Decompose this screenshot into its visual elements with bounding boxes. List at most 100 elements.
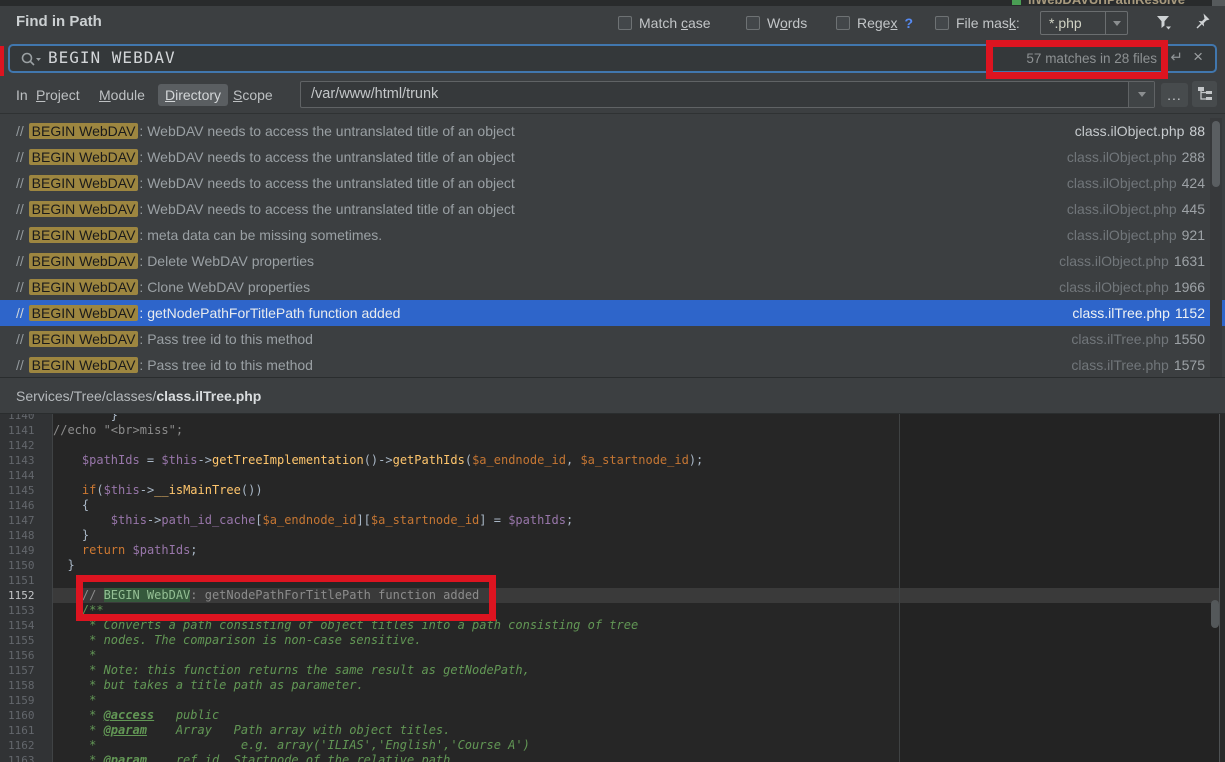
result-row[interactable]: // BEGIN WebDAV: Pass tree id to this me… xyxy=(0,352,1225,378)
annotation-box-code-line xyxy=(76,575,496,621)
result-text: : getNodePathForTitlePath function added xyxy=(139,305,400,321)
file-reference: class.ilObject.php424 xyxy=(1067,175,1205,191)
result-row[interactable]: // BEGIN WebDAV: Delete WebDAV propertie… xyxy=(0,248,1225,274)
code-segment: getTreeImplementation xyxy=(212,453,364,467)
code-segment: path_id_cache xyxy=(161,513,255,527)
code-segment: if xyxy=(82,483,96,497)
result-row[interactable]: // BEGIN WebDAV: WebDAV needs to access … xyxy=(0,118,1225,144)
gutter-line-number: 1157 xyxy=(0,663,52,678)
filter-results-button[interactable] xyxy=(1154,13,1173,37)
editor-scrollbar-thumb[interactable] xyxy=(1211,600,1219,628)
comment-prefix: // xyxy=(16,357,28,373)
match-case-option[interactable]: Match case xyxy=(618,15,711,31)
file-name: class.ilObject.php xyxy=(1059,279,1169,295)
file-name: class.ilObject.php xyxy=(1075,123,1185,139)
directory-structure-button[interactable] xyxy=(1192,81,1217,107)
words-option[interactable]: Words xyxy=(746,15,807,31)
line-numbers: 1140114111421143114411451146114711481149… xyxy=(0,414,52,762)
file-reference: class.ilObject.php288 xyxy=(1067,149,1205,165)
result-row[interactable]: // BEGIN WebDAV: meta data can be missin… xyxy=(0,222,1225,248)
code-segment: , xyxy=(566,453,580,467)
result-row[interactable]: // BEGIN WebDAV: getNodePathForTitlePath… xyxy=(0,300,1225,326)
gutter-line-number: 1153 xyxy=(0,603,52,618)
annotation-edge-sliver xyxy=(0,46,4,76)
code-segment: $a_endnode_id xyxy=(472,453,566,467)
match-highlight: BEGIN WebDAV xyxy=(29,227,139,243)
words-label: Words xyxy=(767,15,807,31)
file-mask-option[interactable]: File mask: xyxy=(935,15,1020,31)
match-case-checkbox[interactable] xyxy=(618,16,632,30)
code-segment: public xyxy=(154,708,219,722)
gutter-line-number: 1154 xyxy=(0,618,52,633)
line-number: 1966 xyxy=(1174,279,1205,295)
result-text: : meta data can be missing sometimes. xyxy=(139,227,382,243)
line-number: 424 xyxy=(1182,175,1205,191)
editor-scrollbar-track[interactable] xyxy=(1220,414,1225,762)
line-number: 1550 xyxy=(1174,331,1205,347)
code-segment: ()-> xyxy=(364,453,393,467)
pin-dialog-button[interactable] xyxy=(1193,12,1211,35)
code-segment: * xyxy=(53,723,104,737)
funnel-icon xyxy=(1154,13,1173,32)
code-segment: $pathIds xyxy=(133,543,191,557)
code-segment: Array Path array with object titles. xyxy=(147,723,450,737)
code-segment: -> xyxy=(198,453,212,467)
search-icon[interactable] xyxy=(19,51,43,69)
scope-scope[interactable]: Scope xyxy=(233,87,273,103)
directory-path-combo[interactable]: /var/www/html/trunk xyxy=(300,81,1155,108)
divider xyxy=(0,113,1225,114)
results-scrollbar-thumb[interactable] xyxy=(1212,121,1220,187)
search-query-text[interactable]: BEGIN WEBDAV xyxy=(48,48,176,67)
result-row[interactable]: // BEGIN WebDAV: WebDAV needs to access … xyxy=(0,196,1225,222)
directory-path-value[interactable]: /var/www/html/trunk xyxy=(311,86,438,102)
comment-prefix: // xyxy=(16,149,28,165)
file-mask-dropdown-button[interactable] xyxy=(1105,12,1127,34)
file-mask-checkbox[interactable] xyxy=(935,16,949,30)
gutter-line-number: 1142 xyxy=(0,438,52,453)
chevron-down-icon xyxy=(1113,21,1121,26)
code-segment: * nodes. The comparison is non-case sens… xyxy=(53,633,421,647)
clear-search-icon[interactable]: × xyxy=(1193,47,1203,67)
gutter-line-number: 1145 xyxy=(0,483,52,498)
file-reference: class.ilTree.php1550 xyxy=(1071,331,1205,347)
file-mask-combo[interactable]: *.php xyxy=(1040,11,1128,35)
code-segment: ][ xyxy=(356,513,370,527)
regex-help-icon[interactable]: ? xyxy=(904,15,913,31)
line-number: 1152 xyxy=(1175,305,1205,321)
regex-option[interactable]: Regex ? xyxy=(836,15,913,31)
file-mask-value[interactable]: *.php xyxy=(1041,15,1105,31)
scope-directory[interactable]: Directory xyxy=(158,84,228,106)
file-name: class.ilObject.php xyxy=(1067,149,1177,165)
code-line: * nodes. The comparison is non-case sens… xyxy=(53,633,1219,648)
code-segment: $a_startnode_id xyxy=(371,513,479,527)
code-segment: ( xyxy=(465,453,472,467)
browse-directory-button[interactable]: ... xyxy=(1161,83,1188,107)
match-case-label: Match case xyxy=(639,15,711,31)
gutter-line-number: 1158 xyxy=(0,678,52,693)
result-text: : Delete WebDAV properties xyxy=(139,253,314,269)
results-list: // BEGIN WebDAV: WebDAV needs to access … xyxy=(0,118,1225,378)
comment-prefix: // xyxy=(16,201,28,217)
scope-module[interactable]: Module xyxy=(99,87,145,103)
result-row[interactable]: // BEGIN WebDAV: Pass tree id to this me… xyxy=(0,326,1225,352)
insert-newline-icon[interactable]: ↵ xyxy=(1170,48,1183,66)
pin-icon xyxy=(1193,12,1211,30)
directory-history-dropdown[interactable] xyxy=(1128,82,1154,107)
result-row[interactable]: // BEGIN WebDAV: WebDAV needs to access … xyxy=(0,144,1225,170)
gutter-line-number: 1163 xyxy=(0,753,52,762)
gutter-line-number: 1156 xyxy=(0,648,52,663)
code-line: * @access public xyxy=(53,708,1219,723)
dialog-title: Find in Path xyxy=(16,13,102,30)
code-line: } xyxy=(53,414,1219,423)
result-row[interactable]: // BEGIN WebDAV: Clone WebDAV properties… xyxy=(0,274,1225,300)
words-checkbox[interactable] xyxy=(746,16,760,30)
regex-checkbox[interactable] xyxy=(836,16,850,30)
scope-project[interactable]: Project xyxy=(36,87,80,103)
background-file-icon xyxy=(1012,0,1021,5)
gutter-line-number: 1147 xyxy=(0,513,52,528)
right-margin-guide xyxy=(899,414,900,762)
result-text: : Clone WebDAV properties xyxy=(139,279,310,295)
comment-prefix: // xyxy=(16,253,28,269)
regex-label: Regex xyxy=(857,15,897,31)
result-row[interactable]: // BEGIN WebDAV: WebDAV needs to access … xyxy=(0,170,1225,196)
